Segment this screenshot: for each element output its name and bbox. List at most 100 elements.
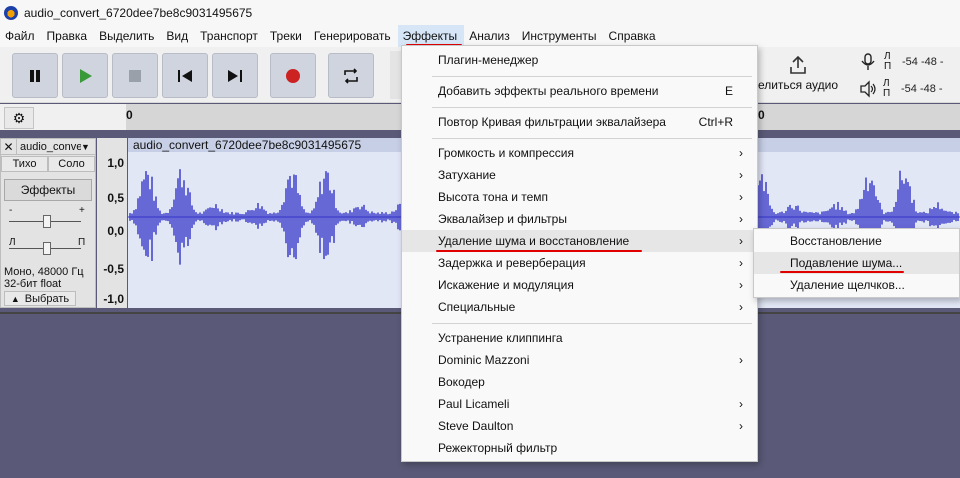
effects-item-notch-filter[interactable]: Режекторный фильтр — [402, 437, 757, 459]
gain-slider[interactable] — [9, 215, 85, 228]
effects-item-noise-removal[interactable]: Удаление шума и восстановление › — [402, 230, 757, 252]
mute-button[interactable]: Тихо — [1, 156, 48, 172]
chevron-right-icon: › — [739, 168, 743, 182]
share-audio-label: елиться аудио — [757, 78, 839, 92]
menu-help[interactable]: Справка — [604, 25, 663, 47]
menu-edit[interactable]: Правка — [42, 25, 95, 47]
track-header: ✕ audio_conve ▼ — [1, 138, 95, 155]
effects-item-eq-filters[interactable]: Эквалайзер и фильтры › — [402, 208, 757, 230]
track-effects-button[interactable]: Эффекты — [4, 179, 92, 201]
chevron-right-icon: › — [739, 234, 743, 248]
menu-select[interactable]: Выделить — [94, 25, 161, 47]
amplitude-scale[interactable]: 1,0 0,5 0,0 -0,5 -1,0 — [97, 138, 127, 308]
effects-menu: Плагин-менеджер Добавить эффекты реально… — [401, 45, 758, 462]
title-bar: audio_convert_6720dee7be8c9031495675 — [0, 0, 960, 25]
effects-item-steve-daulton[interactable]: Steve Daulton › — [402, 415, 757, 437]
submenu-item-click-removal[interactable]: Удаление щелчков... — [754, 274, 959, 296]
collapse-arrow-icon: ▲ — [10, 293, 20, 304]
effects-item-vocoder[interactable]: Вокодер — [402, 371, 757, 393]
track-control-panel: ✕ audio_conve ▼ Тихо Соло Эффекты - + Л … — [0, 138, 96, 308]
effects-item-add-realtime[interactable]: Добавить эффекты реального времени E — [402, 80, 757, 102]
gain-slider-knob[interactable] — [43, 215, 51, 228]
solo-button[interactable]: Соло — [48, 156, 95, 172]
menu-tools[interactable]: Инструменты — [517, 25, 604, 47]
record-meter[interactable]: Л П -54 -48 - — [848, 49, 960, 75]
menu-separator — [432, 76, 752, 77]
menu-separator — [432, 107, 752, 108]
select-track-button[interactable]: ▲ Выбрать — [4, 291, 76, 306]
menu-generate[interactable]: Генерировать — [309, 25, 398, 47]
effects-item-special[interactable]: Специальные › — [402, 296, 757, 318]
pan-slider-knob[interactable] — [43, 242, 51, 255]
record-icon — [286, 68, 300, 83]
effects-item-repeat[interactable]: Повтор Кривая фильтрации эквалайзера Ctrl… — [402, 111, 757, 133]
effects-item-plugin-manager[interactable]: Плагин-менеджер — [402, 49, 757, 71]
close-track-icon[interactable]: ✕ — [1, 138, 17, 155]
track-format-bits: 32-бит float — [4, 278, 62, 290]
menu-separator — [432, 138, 752, 139]
noise-removal-underline — [436, 250, 642, 252]
effects-item-paul-licameli[interactable]: Paul Licameli › — [402, 393, 757, 415]
submenu-item-repair[interactable]: Восстановление — [754, 230, 959, 252]
play-icon — [80, 68, 92, 83]
menu-file[interactable]: Файл — [0, 25, 42, 47]
pause-icon — [30, 69, 40, 82]
pause-button[interactable] — [12, 53, 58, 98]
ruler-label-right: 0 — [758, 108, 765, 122]
chevron-down-icon[interactable]: ▼ — [81, 142, 90, 152]
track-format-rate: Моно, 48000 Гц — [4, 266, 84, 278]
meter-scale: -54 -48 - — [902, 56, 944, 68]
noise-reduction-underline — [780, 271, 904, 273]
menu-separator — [432, 323, 752, 324]
effects-item-pitch-tempo[interactable]: Высота тона и темп › — [402, 186, 757, 208]
effects-item-distortion-modulation[interactable]: Искажение и модуляция › — [402, 274, 757, 296]
menu-tracks[interactable]: Треки — [265, 25, 309, 47]
share-audio-button[interactable]: елиться аудио — [757, 51, 839, 99]
skip-start-icon — [178, 69, 192, 82]
meter-right-label: П — [883, 88, 891, 99]
skip-start-button[interactable] — [162, 53, 208, 98]
loop-button[interactable] — [328, 53, 374, 98]
loop-icon — [344, 67, 358, 84]
audacity-logo-icon — [4, 5, 18, 20]
record-button[interactable] — [270, 53, 316, 98]
gear-icon: ⚙ — [12, 109, 26, 126]
meter-right-label: П — [884, 61, 892, 72]
scale-label-top: 1,0 — [107, 156, 124, 170]
scale-label-neg-half: -0,5 — [103, 262, 124, 276]
ruler-label-start: 0 — [126, 108, 133, 122]
effects-item-volume-compression[interactable]: Громкость и компрессия › — [402, 142, 757, 164]
noise-removal-submenu: Восстановление Подавление шума... Удален… — [753, 228, 960, 298]
menu-view[interactable]: Вид — [161, 25, 195, 47]
chevron-right-icon: › — [739, 212, 743, 226]
track-name-menu[interactable]: audio_conve — [17, 141, 81, 153]
chevron-right-icon: › — [739, 419, 743, 433]
skip-end-button[interactable] — [212, 53, 258, 98]
pan-slider[interactable] — [9, 242, 85, 255]
chevron-right-icon: › — [739, 397, 743, 411]
speaker-icon — [860, 80, 876, 98]
skip-end-icon — [228, 69, 242, 82]
share-upload-icon — [790, 55, 806, 74]
chevron-right-icon: › — [739, 278, 743, 292]
effects-item-delay-reverb[interactable]: Задержка и реверберация › — [402, 252, 757, 274]
effects-item-clip-fix[interactable]: Устранение клиппинга — [402, 327, 757, 349]
chevron-right-icon: › — [739, 190, 743, 204]
menu-analyze[interactable]: Анализ — [464, 25, 517, 47]
menu-bar: Файл Правка Выделить Вид Транспорт Треки… — [0, 25, 960, 47]
stop-icon — [129, 69, 141, 82]
chevron-right-icon: › — [739, 256, 743, 270]
timeline-settings-button[interactable]: ⚙ — [4, 107, 34, 129]
microphone-icon — [861, 53, 875, 70]
play-button[interactable] — [62, 53, 108, 98]
select-label: Выбрать — [24, 292, 70, 305]
menu-transport[interactable]: Транспорт — [195, 25, 265, 47]
window-title: audio_convert_6720dee7be8c9031495675 — [24, 5, 253, 20]
playback-meter[interactable]: Л П -54 -48 - — [848, 76, 960, 102]
scale-label-bottom: -1,0 — [103, 292, 124, 306]
chevron-right-icon: › — [739, 146, 743, 160]
scale-label-half: 0,5 — [107, 191, 124, 205]
stop-button[interactable] — [112, 53, 158, 98]
effects-item-fading[interactable]: Затухание › — [402, 164, 757, 186]
effects-item-dominic-mazzoni[interactable]: Dominic Mazzoni › — [402, 349, 757, 371]
